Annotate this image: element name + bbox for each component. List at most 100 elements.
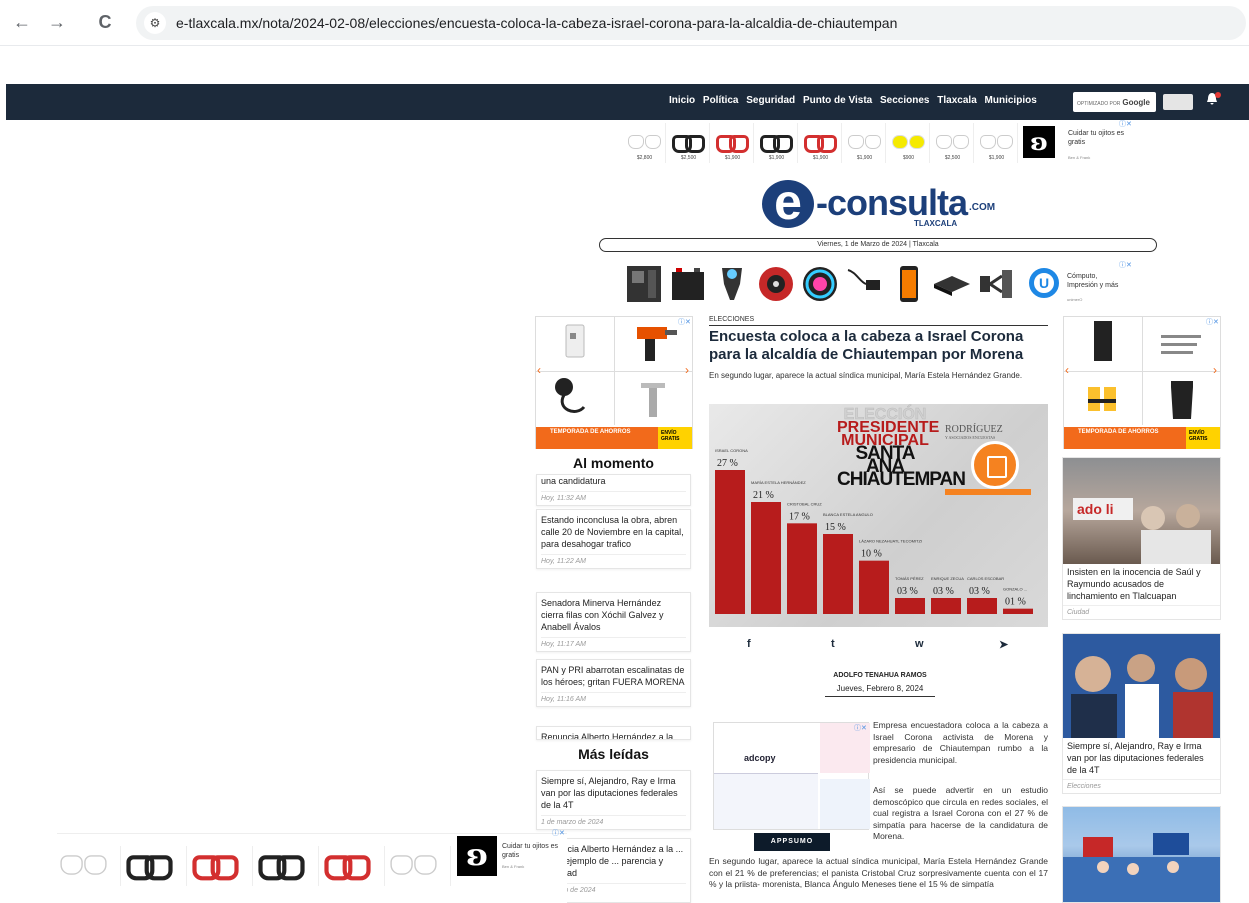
news-title[interactable]: Estando inconclusa la obra, abren calle … xyxy=(541,514,686,550)
nav-item-tlaxcala[interactable]: Tlaxcala xyxy=(937,95,976,106)
adchoices-icon[interactable]: ⓘ✕ xyxy=(1119,119,1132,129)
bar-value-label: 03 % xyxy=(969,586,990,597)
news-photo[interactable]: ado li xyxy=(1063,458,1220,564)
nav-item-secciones[interactable]: Secciones xyxy=(880,95,929,106)
tv-mount-product[interactable] xyxy=(976,262,1016,306)
drill-product[interactable] xyxy=(615,317,692,369)
fan-product[interactable] xyxy=(756,262,796,306)
tool-set-product[interactable] xyxy=(1143,317,1220,369)
right-news-card[interactable]: Siempre sí, Alejandro, Ray e Irma van po… xyxy=(1062,633,1221,794)
glasses-product[interactable]: $1,900 xyxy=(755,123,798,163)
glasses-product[interactable]: $1,900 xyxy=(843,123,886,163)
author-name[interactable]: ADOLFO TENAHUA RAMOS xyxy=(800,672,960,679)
phone-product[interactable] xyxy=(888,262,928,306)
forward-icon[interactable]: → xyxy=(45,10,69,34)
glasses-product[interactable] xyxy=(189,846,253,886)
news-item[interactable]: Estando inconclusa la obra, abren calle … xyxy=(536,509,691,569)
glasses-product[interactable]: $1,900 xyxy=(799,123,842,163)
glasses-product[interactable] xyxy=(255,846,319,886)
carousel-prev-icon[interactable]: ‹ xyxy=(1065,363,1069,377)
home-depot-ad-right[interactable]: ⓘ✕ ‹ › TEMPORADA DE AHORROS ENVÍO GRATIS xyxy=(1063,316,1221,449)
logo-e: e xyxy=(762,177,814,228)
site-settings-icon[interactable]: ⚙ xyxy=(144,12,166,34)
al-momento-title: Al momento xyxy=(573,455,654,471)
search-input[interactable]: OPTIMIZADO POR Google xyxy=(1073,92,1156,112)
news-item[interactable]: Renuncia Alberto Hernández a la xyxy=(536,726,691,740)
news-photo[interactable] xyxy=(1063,807,1220,902)
article-category[interactable]: ELECCIONES xyxy=(709,316,1048,326)
news-title[interactable]: Siempre sí, Alejandro, Ray e Irma van po… xyxy=(541,775,686,811)
cabinet-product[interactable] xyxy=(1064,317,1141,369)
nav-item-politica[interactable]: Política xyxy=(703,95,739,106)
news-title[interactable]: Senadora Minerva Hernández cierra filas … xyxy=(541,597,686,633)
carousel-next-icon[interactable]: › xyxy=(1213,363,1217,377)
right-news-card[interactable] xyxy=(1062,806,1221,903)
news-item[interactable]: PAN y PRI abarrotan escalinatas de los h… xyxy=(536,659,691,707)
telegram-icon[interactable]: ➤ xyxy=(999,638,1008,651)
charger-product[interactable] xyxy=(712,262,752,306)
cash-drawer-product[interactable] xyxy=(932,262,972,306)
news-photo[interactable] xyxy=(1063,634,1220,738)
appsumo-button[interactable]: APPSUMO xyxy=(754,833,830,851)
glasses-product[interactable]: $2,500 xyxy=(931,123,974,163)
news-title[interactable]: una candidatura xyxy=(541,475,686,487)
trash-can-product[interactable] xyxy=(1143,373,1220,425)
battery-product[interactable] xyxy=(668,262,708,306)
news-item[interactable]: Siempre sí, Alejandro, Ray e Irma van po… xyxy=(536,770,691,830)
carousel-next-icon[interactable]: › xyxy=(685,363,689,377)
back-icon[interactable]: ← xyxy=(10,10,34,34)
glasses-product[interactable]: $1,900 xyxy=(975,123,1018,163)
adchoices-icon[interactable]: ⓘ✕ xyxy=(1119,260,1132,270)
nav-item-municipios[interactable]: Municipios xyxy=(985,95,1037,106)
shower-product[interactable] xyxy=(536,373,613,425)
home-depot-ad-left[interactable]: ⓘ✕ ‹ › TEMPORADA DE AHORROS ENVÍO GRATIS xyxy=(535,316,693,449)
url-text[interactable]: e-tlaxcala.mx/nota/2024-02-08/elecciones… xyxy=(176,15,897,31)
facebook-icon[interactable]: f xyxy=(747,638,751,650)
ad-banner[interactable]: TEMPORADA DE AHORROS ENVÍO GRATIS xyxy=(536,427,692,449)
water-heater-product[interactable] xyxy=(536,317,613,369)
nav-item-punto-de-vista[interactable]: Punto de Vista xyxy=(803,95,872,106)
glasses-ad-top[interactable]: $2,800 $2,500 $1,900 $1,900 $1,900 $1,90… xyxy=(623,121,1136,167)
rgb-fan-product[interactable] xyxy=(800,262,840,306)
poll-bar xyxy=(895,598,925,614)
poll-chart: ELECCIÓN PRESIDENTE MUNICIPAL SANTA ANA … xyxy=(709,404,1048,627)
usb-hub-product[interactable] xyxy=(844,262,884,306)
ad-banner[interactable]: TEMPORADA DE AHORROS ENVÍO GRATIS xyxy=(1064,427,1220,449)
site-logo[interactable]: e -consulta .COM TLAXCALA xyxy=(762,177,1002,232)
glasses-product[interactable]: $2,500 xyxy=(667,123,710,163)
glasses-product[interactable]: $2,800 xyxy=(623,123,666,163)
bell-icon[interactable] xyxy=(1206,92,1221,110)
nav-item-inicio[interactable]: Inicio xyxy=(669,95,695,106)
news-item[interactable]: una candidatura Hoy, 11:32 AM xyxy=(536,474,691,506)
news-title[interactable]: Siempre sí, Alejandro, Ray e Irma van po… xyxy=(1063,738,1220,776)
right-news-card[interactable]: ado li Insisten en la inocencia de Saúl … xyxy=(1062,457,1221,620)
products-ad[interactable]: U Cómputo, Impresión y más unimerO ⓘ✕ xyxy=(624,260,1136,308)
poll-bar xyxy=(1003,608,1033,614)
faucet-product[interactable] xyxy=(615,373,692,425)
news-title[interactable]: Insisten en la inocencia de Saúl y Raymu… xyxy=(1063,564,1220,602)
address-bar[interactable]: ⚙ e-tlaxcala.mx/nota/2024-02-08/eleccion… xyxy=(136,6,1246,40)
carousel-prev-icon[interactable]: ‹ xyxy=(537,363,541,377)
glasses-product[interactable] xyxy=(321,846,385,886)
glasses-product[interactable] xyxy=(387,846,451,886)
search-button[interactable] xyxy=(1163,94,1193,110)
dewalt-tools-product[interactable] xyxy=(1064,373,1141,425)
news-title[interactable]: PAN y PRI abarrotan escalinatas de los h… xyxy=(541,664,686,688)
twitter-icon[interactable]: t xyxy=(831,638,835,650)
news-item[interactable]: Senadora Minerva Hernández cierra filas … xyxy=(536,592,691,652)
glasses-product[interactable] xyxy=(123,846,187,886)
adcopy-ad[interactable]: adcopy ⓘ✕ xyxy=(713,722,870,830)
reload-icon[interactable]: C xyxy=(93,10,117,34)
motherboard-product[interactable] xyxy=(624,262,664,306)
adchoices-icon[interactable]: ⓘ✕ xyxy=(854,723,867,733)
adchoices-icon[interactable]: ⓘ✕ xyxy=(552,828,565,838)
svg-text:ado li: ado li xyxy=(1077,501,1114,517)
news-title[interactable]: Renuncia Alberto Hernández a la xyxy=(541,731,686,739)
glasses-product[interactable]: $1,900 xyxy=(711,123,754,163)
glasses-product[interactable] xyxy=(57,846,121,886)
glasses-product[interactable]: $900 xyxy=(887,123,930,163)
glasses-ad-bottom[interactable]: ʚ Cuidar tu ojitos es gratis Ben & Frank… xyxy=(57,830,567,903)
nav-item-seguridad[interactable]: Seguridad xyxy=(746,95,795,106)
logo-com: .COM xyxy=(969,202,996,213)
whatsapp-icon[interactable]: w xyxy=(915,638,924,650)
